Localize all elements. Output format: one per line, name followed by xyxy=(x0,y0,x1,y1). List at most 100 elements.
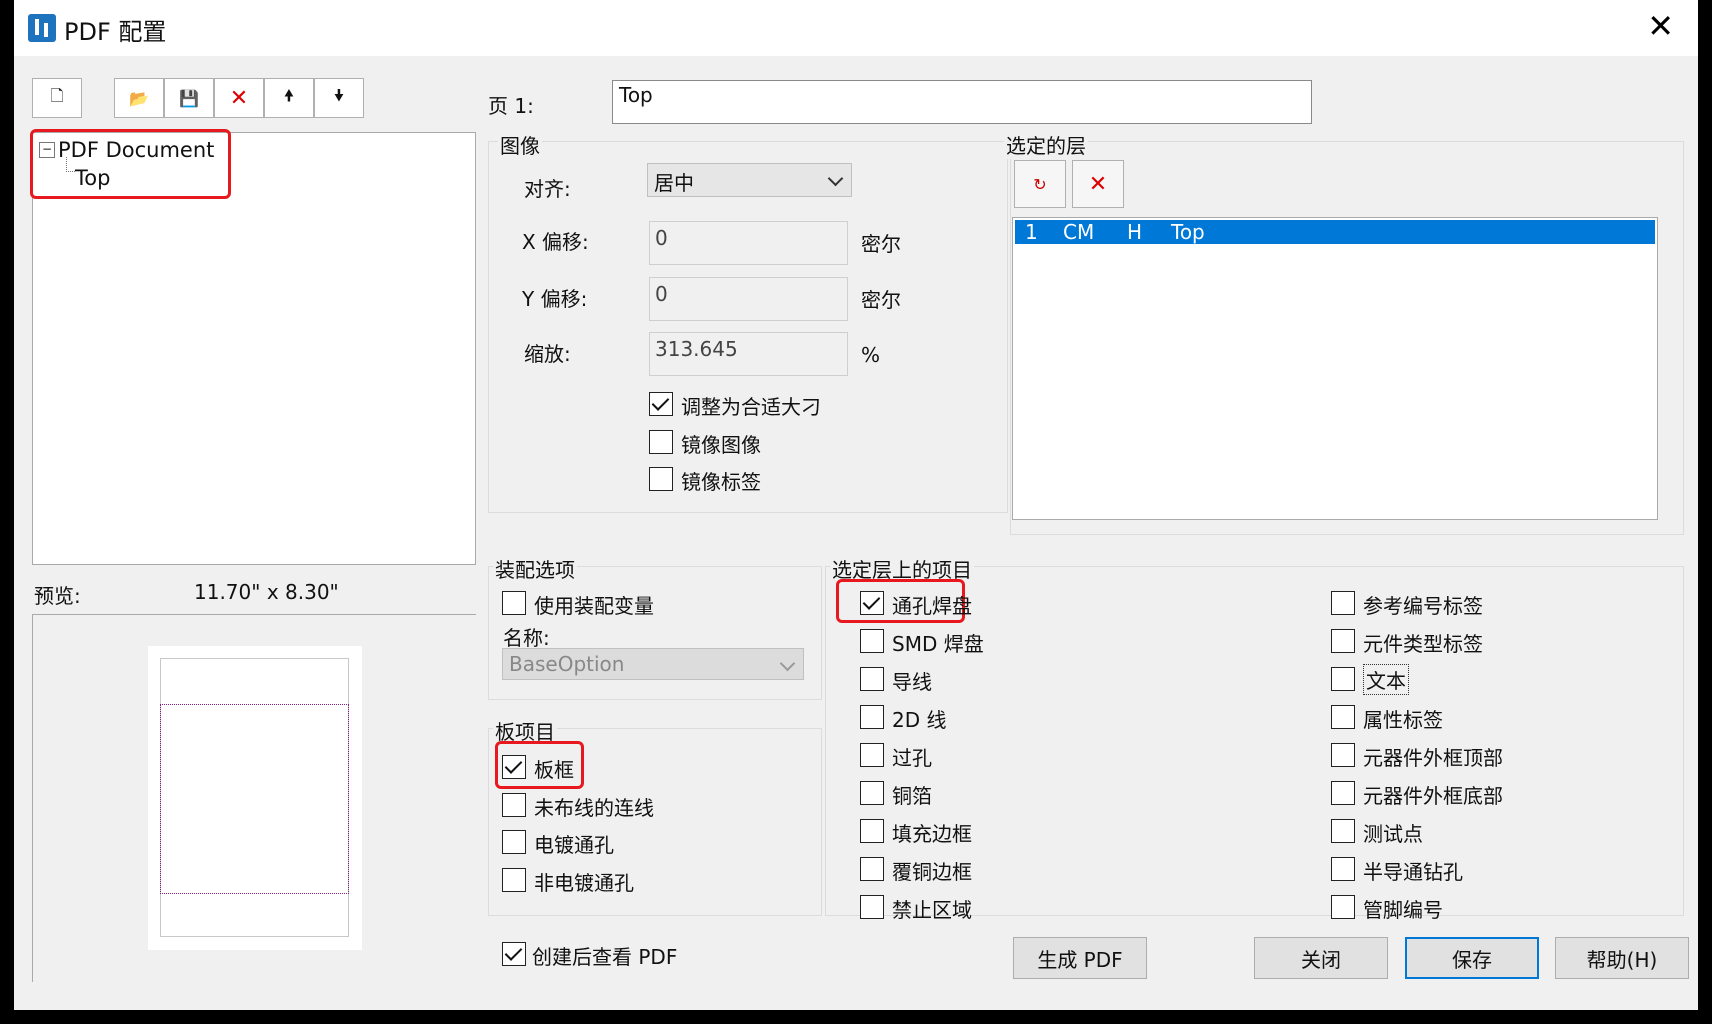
layer-item-right-7-checkbox[interactable] xyxy=(1331,857,1355,881)
highlight-box-tree xyxy=(30,129,231,199)
move-down-button[interactable]: 🠟 xyxy=(314,78,364,118)
layer-code: CM xyxy=(1063,220,1095,244)
scale-unit: % xyxy=(861,343,881,367)
layer-item-right-6-label: 测试点 xyxy=(1363,822,1423,846)
board-item-2-checkbox[interactable] xyxy=(502,830,526,854)
delete-button[interactable]: ✕ xyxy=(214,78,264,118)
delete-icon: ✕ xyxy=(229,85,249,111)
align-select[interactable]: 居中 xyxy=(647,163,852,197)
fit-checkbox[interactable] xyxy=(649,392,673,416)
mirror-label-label: 镜像标签 xyxy=(681,470,761,494)
layer-item-right-4-label: 元器件外框顶部 xyxy=(1363,746,1503,770)
view-after-checkbox[interactable] xyxy=(502,942,526,966)
layer-item-right-5-label: 元器件外框底部 xyxy=(1363,784,1503,808)
layer-item-right-1-checkbox[interactable] xyxy=(1331,629,1355,653)
arrow-down-icon: 🠟 xyxy=(333,85,345,105)
close-icon[interactable]: ✕ xyxy=(1647,8,1674,44)
layer-item-right-0-label: 参考编号标签 xyxy=(1363,594,1483,618)
board-item-3-checkbox[interactable] xyxy=(502,868,526,892)
assembly-name-value: BaseOption xyxy=(509,652,625,676)
mirror-label-checkbox[interactable] xyxy=(649,467,673,491)
image-group-title: 图像 xyxy=(498,130,542,159)
board-item-0-label: 板框 xyxy=(534,758,574,782)
layer-item-right-3-checkbox[interactable] xyxy=(1331,705,1355,729)
x-offset-unit: 密尔 xyxy=(861,232,901,256)
align-value: 居中 xyxy=(654,171,694,195)
layer-number: 1 xyxy=(1025,220,1038,244)
align-label: 对齐: xyxy=(524,177,571,201)
layer-item-left-6-checkbox[interactable] xyxy=(860,819,884,843)
preview-label: 预览: xyxy=(34,584,81,608)
new-button[interactable]: 🗋 xyxy=(32,78,82,118)
close-button[interactable]: 关闭 xyxy=(1254,937,1388,979)
delete-icon: ✕ xyxy=(1088,171,1108,197)
layer-item-left-7-checkbox[interactable] xyxy=(860,857,884,881)
arrow-up-icon: 🠝 xyxy=(283,85,295,105)
pdf-config-dialog: PDF 配置 ✕ 🗋 📂 💾 ✕ 🠝 🠟 − PDF Document Top … xyxy=(14,0,1698,1010)
generate-pdf-button[interactable]: 生成 PDF xyxy=(1013,937,1147,979)
open-button[interactable]: 📂 xyxy=(114,78,164,118)
layer-item-left-0-checkbox[interactable] xyxy=(860,591,884,615)
layer-item-left-3-checkbox[interactable] xyxy=(860,705,884,729)
app-icon xyxy=(28,14,56,42)
page-label: 页 1: xyxy=(488,94,534,118)
scale-input[interactable]: 313.645 xyxy=(649,332,848,376)
mirror-image-checkbox[interactable] xyxy=(649,430,673,454)
layer-item-left-4-checkbox[interactable] xyxy=(860,743,884,767)
save-icon: 💾 xyxy=(179,88,199,108)
x-offset-input[interactable]: 0 xyxy=(649,221,848,265)
layer-item-right-2-checkbox[interactable] xyxy=(1331,667,1355,691)
layer-item-left-3-label: 2D 线 xyxy=(892,708,947,732)
layer-row[interactable]: 1 CM H Top xyxy=(1015,220,1655,244)
layer-item-right-2-label: 文本 xyxy=(1363,664,1409,695)
layer-item-right-5-checkbox[interactable] xyxy=(1331,781,1355,805)
y-offset-input[interactable]: 0 xyxy=(649,277,848,321)
save-button[interactable]: 保存 xyxy=(1405,937,1539,979)
layer-name: Top xyxy=(1171,220,1205,244)
layers-list[interactable]: 1 CM H Top xyxy=(1012,217,1658,520)
layer-item-right-8-checkbox[interactable] xyxy=(1331,895,1355,919)
board-item-1-label: 未布线的连线 xyxy=(534,796,654,820)
preview-size: 11.70" x 8.30" xyxy=(194,580,339,604)
chevron-down-icon xyxy=(779,655,796,672)
layer-item-right-1-label: 元件类型标签 xyxy=(1363,632,1483,656)
layer-item-left-2-checkbox[interactable] xyxy=(860,667,884,691)
view-after-label: 创建后查看 PDF xyxy=(532,945,678,969)
edit-layers-icon: ↻ xyxy=(1033,174,1047,194)
help-button[interactable]: 帮助(H) xyxy=(1555,937,1689,979)
scale-label: 缩放: xyxy=(524,342,571,366)
save-icon-button[interactable]: 💾 xyxy=(164,78,214,118)
layer-item-left-4-label: 过孔 xyxy=(892,746,932,770)
layer-item-left-1-label: SMD 焊盘 xyxy=(892,632,984,656)
layer-item-right-8-label: 管脚编号 xyxy=(1363,898,1443,922)
board-item-1-checkbox[interactable] xyxy=(502,793,526,817)
layer-item-right-4-checkbox[interactable] xyxy=(1331,743,1355,767)
layer-item-left-5-checkbox[interactable] xyxy=(860,781,884,805)
layer-item-left-2-label: 导线 xyxy=(892,670,932,694)
layer-item-right-0-checkbox[interactable] xyxy=(1331,591,1355,615)
use-variant-label: 使用装配变量 xyxy=(534,594,654,618)
selected-layers-title: 选定的层 xyxy=(1004,130,1088,159)
preview-board-outline xyxy=(160,704,349,894)
layer-item-left-8-checkbox[interactable] xyxy=(860,895,884,919)
layer-flag: H xyxy=(1127,220,1143,244)
use-variant-checkbox[interactable] xyxy=(502,591,526,615)
move-up-button[interactable]: 🠝 xyxy=(264,78,314,118)
window-title: PDF 配置 xyxy=(64,18,167,46)
remove-layer-button[interactable]: ✕ xyxy=(1072,160,1124,208)
page-name-input[interactable]: Top xyxy=(612,80,1312,124)
assembly-name-select[interactable]: BaseOption xyxy=(502,648,804,680)
layer-item-left-7-label: 覆铜边框 xyxy=(892,860,972,884)
board-item-0-checkbox[interactable] xyxy=(502,755,526,779)
title-bar: PDF 配置 ✕ xyxy=(14,0,1698,56)
layer-item-left-1-checkbox[interactable] xyxy=(860,629,884,653)
edit-layer-button[interactable]: ↻ xyxy=(1014,160,1066,208)
layer-item-right-6-checkbox[interactable] xyxy=(1331,819,1355,843)
layer-item-right-7-label: 半导通钻孔 xyxy=(1363,860,1463,884)
layer-item-left-6-label: 填充边框 xyxy=(892,822,972,846)
layer-item-right-3-label: 属性标签 xyxy=(1363,708,1443,732)
board-item-2-label: 电镀通孔 xyxy=(534,833,614,857)
layer-item-left-8-label: 禁止区域 xyxy=(892,898,972,922)
y-offset-label: Y 偏移: xyxy=(522,287,588,311)
assembly-title: 装配选项 xyxy=(493,554,577,583)
